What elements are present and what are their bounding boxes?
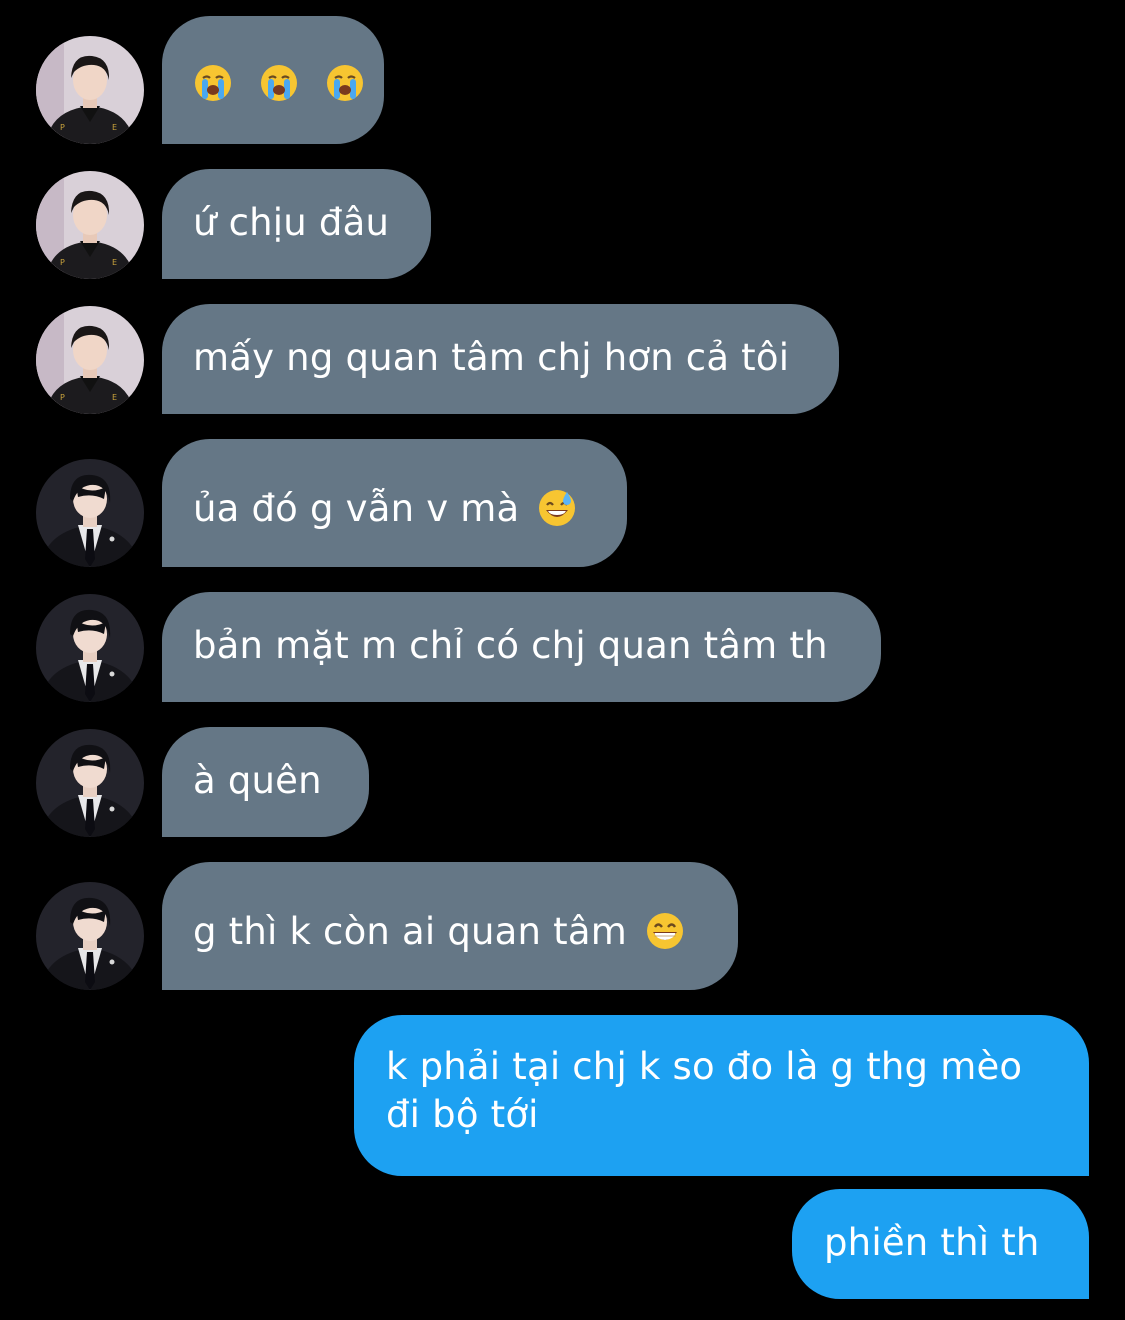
message-text: ủa đó g vẫn v mà <box>193 487 520 530</box>
avatar-tracksuit-image: P E <box>36 306 144 414</box>
beaming-grin-face-icon <box>645 911 685 951</box>
svg-text:E: E <box>112 123 117 132</box>
message-text: g thì k còn ai quan tâm <box>193 910 627 953</box>
message-bubble-incoming[interactable]: à quên <box>162 727 369 837</box>
message-bubble-incoming[interactable]: ủa đó g vẫn v mà <box>162 439 627 567</box>
avatar-tracksuit-image: P E <box>36 36 144 144</box>
message-text: bản mặt m chỉ có chj quan tâm th <box>193 624 828 667</box>
avatar-suit-image <box>36 882 144 990</box>
avatar-suit-image <box>36 459 144 567</box>
avatar-suit-image <box>36 729 144 837</box>
loudly-crying-face-icon <box>259 63 299 103</box>
svg-text:E: E <box>112 393 117 402</box>
svg-text:E: E <box>112 258 117 267</box>
avatar[interactable]: P E <box>36 36 144 144</box>
message-text: k phải tại chj k so đo là g thg mèo đi b… <box>386 1045 1023 1136</box>
message-bubble-incoming[interactable] <box>162 16 384 144</box>
avatar[interactable]: P E <box>36 306 144 414</box>
message-text: mấy ng quan tâm chj hơn cả tôi <box>193 336 790 379</box>
message-bubble-incoming[interactable]: mấy ng quan tâm chj hơn cả tôi <box>162 304 839 414</box>
svg-text:P: P <box>60 123 65 132</box>
loudly-crying-face-icon <box>193 63 233 103</box>
message-text: ứ chịu đâu <box>193 201 390 244</box>
message-text: phiền thì th <box>824 1221 1040 1264</box>
message-content: ủa đó g vẫn v mà <box>193 485 577 533</box>
message-bubble-incoming[interactable]: bản mặt m chỉ có chj quan tâm th <box>162 592 881 702</box>
message-bubble-incoming[interactable]: ứ chịu đâu <box>162 169 431 279</box>
message-bubble-outgoing[interactable]: phiền thì th <box>792 1189 1089 1299</box>
avatar[interactable] <box>36 882 144 990</box>
avatar-tracksuit-image: P E <box>36 171 144 279</box>
svg-text:P: P <box>60 393 65 402</box>
message-content: g thì k còn ai quan tâm <box>193 908 685 956</box>
svg-text:P: P <box>60 258 65 267</box>
avatar[interactable]: P E <box>36 171 144 279</box>
avatar[interactable] <box>36 594 144 702</box>
chat-thread: P E P E ứ chịu đâu P E mấy ng quan tâm c… <box>0 0 1125 1320</box>
avatar-suit-image <box>36 594 144 702</box>
message-text: à quên <box>193 759 322 802</box>
avatar[interactable] <box>36 459 144 567</box>
message-bubble-outgoing[interactable]: k phải tại chj k so đo là g thg mèo đi b… <box>354 1015 1089 1176</box>
message-emoji-row <box>193 60 365 108</box>
grinning-sweat-face-icon <box>537 488 577 528</box>
message-bubble-incoming[interactable]: g thì k còn ai quan tâm <box>162 862 738 990</box>
avatar[interactable] <box>36 729 144 837</box>
loudly-crying-face-icon <box>325 63 365 103</box>
